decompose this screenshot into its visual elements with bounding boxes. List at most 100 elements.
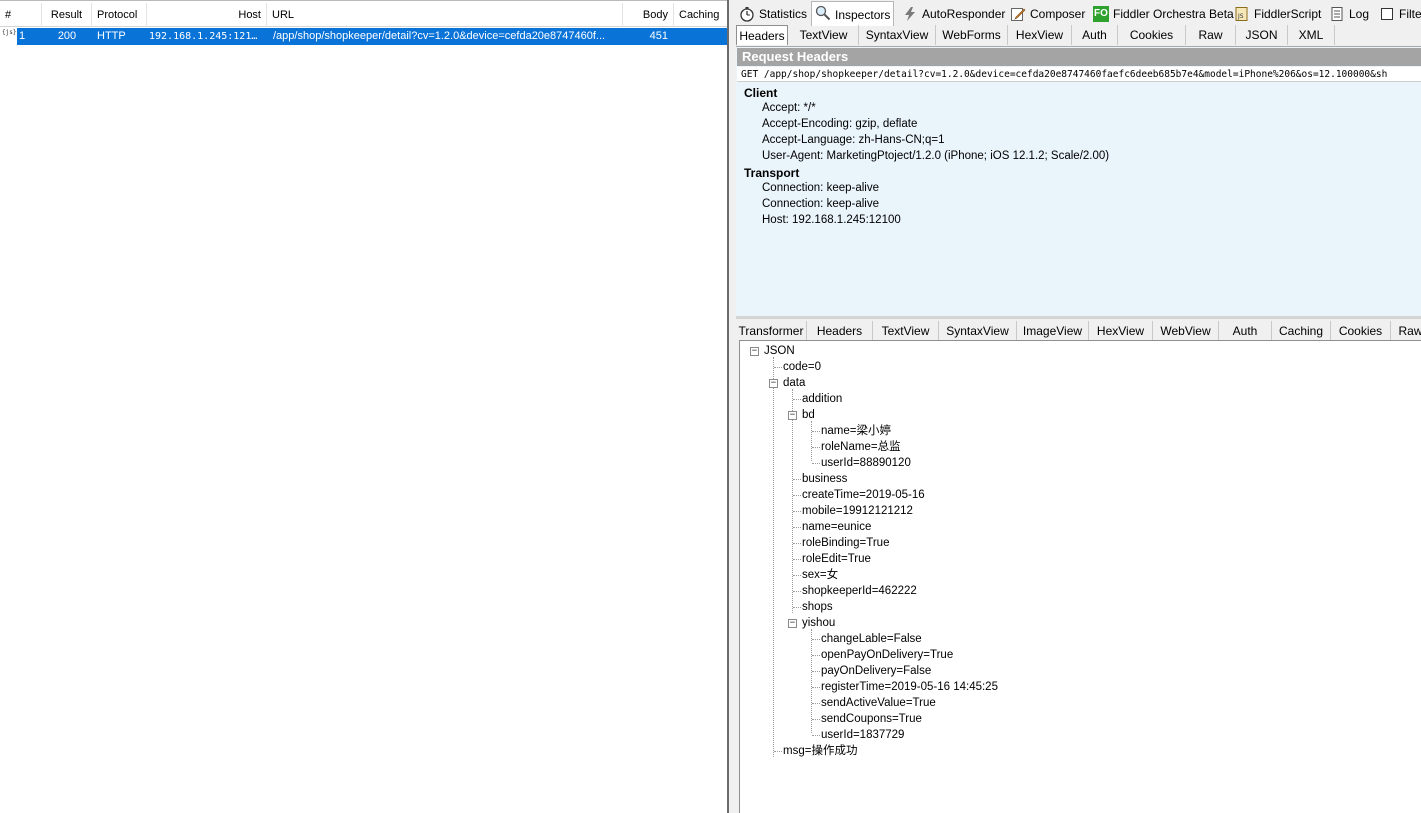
tree-connector bbox=[774, 751, 782, 752]
tab-autoresponder-label: AutoResponder bbox=[922, 7, 1006, 21]
response-tab-auth[interactable]: Auth bbox=[1219, 321, 1272, 341]
tree-node[interactable]: registerTime=2019-05-16 14:45:25 bbox=[821, 679, 998, 695]
column-header-protocol[interactable]: Protocol bbox=[92, 3, 147, 27]
tab-fiddler-orchestra[interactable]: FO Fiddler Orchestra Beta bbox=[1090, 3, 1234, 25]
request-tab-xml[interactable]: XML bbox=[1288, 25, 1335, 45]
request-tab-headers[interactable]: Headers bbox=[736, 25, 788, 45]
tool-tabs: Statistics Inspectors AutoResponder Comp… bbox=[736, 1, 1421, 26]
tree-node[interactable]: sex=女 bbox=[802, 567, 838, 583]
tree-node[interactable]: payOnDelivery=False bbox=[821, 663, 931, 679]
header-line[interactable]: Accept-Language: zh-Hans-CN;q=1 bbox=[762, 134, 945, 146]
tree-connector bbox=[812, 463, 820, 464]
tree-node[interactable]: roleName=总监 bbox=[821, 439, 901, 455]
tab-autoresponder[interactable]: AutoResponder bbox=[899, 3, 1005, 25]
tree-connector bbox=[792, 389, 793, 613]
header-group-client[interactable]: Client bbox=[744, 86, 777, 100]
response-inspector-tabs: Transformer Headers TextView SyntaxView … bbox=[736, 316, 1421, 341]
request-tab-textview[interactable]: TextView bbox=[789, 25, 859, 45]
request-tab-hexview[interactable]: HexView bbox=[1008, 25, 1072, 45]
response-tab-caching[interactable]: Caching bbox=[1272, 321, 1331, 341]
column-header-body[interactable]: Body bbox=[623, 3, 674, 27]
tree-connector bbox=[812, 719, 820, 720]
header-line[interactable]: Accept: */* bbox=[762, 102, 816, 114]
tree-connector bbox=[811, 421, 812, 461]
header-line[interactable]: Host: 192.168.1.245:12100 bbox=[762, 214, 901, 226]
tree-node[interactable]: msg=操作成功 bbox=[783, 743, 857, 759]
request-line[interactable]: GET /app/shop/shopkeeper/detail?cv=1.2.0… bbox=[737, 67, 1421, 82]
tree-node[interactable]: bd bbox=[802, 407, 815, 423]
session-url: /app/shop/shopkeeper/detail?cv=1.2.0&dev… bbox=[273, 30, 606, 42]
request-headers-pane: Request Headers GET /app/shop/shopkeeper… bbox=[736, 46, 1421, 316]
tree-node[interactable]: roleBinding=True bbox=[802, 535, 889, 551]
response-json-tree[interactable]: − JSON code=0 − data addition − bd name=… bbox=[739, 340, 1421, 813]
response-tab-raw[interactable]: Raw bbox=[1391, 321, 1421, 341]
tab-inspectors-label: Inspectors bbox=[835, 8, 891, 22]
request-tab-cookies[interactable]: Cookies bbox=[1118, 25, 1186, 45]
tab-fiddlerscript[interactable]: JS FiddlerScript bbox=[1231, 3, 1321, 25]
tab-log-label: Log bbox=[1349, 7, 1370, 21]
response-tab-hexview[interactable]: HexView bbox=[1089, 321, 1153, 341]
tree-node[interactable]: userId=88890120 bbox=[821, 455, 911, 471]
tab-composer[interactable]: Composer bbox=[1007, 3, 1087, 25]
column-header-url[interactable]: URL bbox=[267, 3, 623, 27]
tab-filters[interactable]: Filters bbox=[1376, 3, 1421, 25]
pane-splitter[interactable] bbox=[727, 0, 736, 813]
tree-node[interactable]: shops bbox=[802, 599, 833, 615]
header-line[interactable]: Connection: keep-alive bbox=[762, 198, 879, 210]
session-number: 1 bbox=[19, 30, 26, 42]
tab-statistics[interactable]: Statistics bbox=[736, 3, 808, 25]
collapse-toggle[interactable]: − bbox=[750, 347, 759, 356]
tree-node[interactable]: yishou bbox=[802, 615, 835, 631]
response-tab-transformer[interactable]: Transformer bbox=[736, 321, 807, 341]
tab-inspectors[interactable]: Inspectors bbox=[811, 1, 894, 26]
column-header-result[interactable]: Result bbox=[42, 3, 92, 27]
tree-node[interactable]: roleEdit=True bbox=[802, 551, 871, 567]
session-row-selected[interactable]: 1 200 HTTP 192.168.1.245:12100 /app/shop… bbox=[17, 28, 727, 45]
tree-connector bbox=[812, 703, 820, 704]
tree-node[interactable]: changeLable=False bbox=[821, 631, 922, 647]
response-tab-syntaxview[interactable]: SyntaxView bbox=[939, 321, 1017, 341]
request-tab-auth[interactable]: Auth bbox=[1072, 25, 1118, 45]
tree-node[interactable]: name=梁小婷 bbox=[821, 423, 891, 439]
response-tab-webview[interactable]: WebView bbox=[1153, 321, 1219, 341]
tree-node[interactable]: userId=1837729 bbox=[821, 727, 904, 743]
header-group-transport[interactable]: Transport bbox=[744, 166, 799, 180]
tree-node[interactable]: name=eunice bbox=[802, 519, 871, 535]
tab-log[interactable]: Log bbox=[1326, 3, 1371, 25]
request-tab-syntaxview[interactable]: SyntaxView bbox=[859, 25, 936, 45]
header-line[interactable]: Connection: keep-alive bbox=[762, 182, 879, 194]
collapse-toggle[interactable]: − bbox=[769, 379, 778, 388]
response-tab-cookies[interactable]: Cookies bbox=[1331, 321, 1391, 341]
response-tab-imageview[interactable]: ImageView bbox=[1017, 321, 1089, 341]
collapse-toggle[interactable]: − bbox=[788, 411, 797, 420]
session-row[interactable]: {js} 1 200 HTTP 192.168.1.245:12100 /app… bbox=[0, 28, 727, 45]
tree-node[interactable]: sendCoupons=True bbox=[821, 711, 922, 727]
tree-node[interactable]: createTime=2019-05-16 bbox=[802, 487, 925, 503]
header-line[interactable]: Accept-Encoding: gzip, deflate bbox=[762, 118, 917, 130]
sessions-list[interactable]: # Result Protocol Host URL Body Caching … bbox=[0, 0, 727, 813]
session-protocol: HTTP bbox=[97, 30, 126, 42]
column-header-host[interactable]: Host bbox=[147, 3, 267, 27]
tree-node-root[interactable]: JSON bbox=[764, 343, 795, 359]
request-tab-raw[interactable]: Raw bbox=[1186, 25, 1236, 45]
tree-node[interactable]: data bbox=[783, 375, 805, 391]
column-header-number[interactable]: # bbox=[0, 3, 42, 27]
json-session-icon: {js} bbox=[0, 28, 17, 45]
header-line[interactable]: User-Agent: MarketingPtoject/1.2.0 (iPho… bbox=[762, 150, 1109, 162]
tree-node[interactable]: code=0 bbox=[783, 359, 821, 375]
request-tab-webforms[interactable]: WebForms bbox=[936, 25, 1008, 45]
tree-node[interactable]: openPayOnDelivery=True bbox=[821, 647, 953, 663]
tree-node[interactable]: addition bbox=[802, 391, 842, 407]
tree-node[interactable]: sendActiveValue=True bbox=[821, 695, 936, 711]
tab-fiddlerscript-label: FiddlerScript bbox=[1254, 7, 1322, 21]
tree-node[interactable]: business bbox=[802, 471, 847, 487]
response-tab-textview[interactable]: TextView bbox=[873, 321, 939, 341]
response-tab-headers[interactable]: Headers bbox=[807, 321, 873, 341]
tab-composer-label: Composer bbox=[1030, 7, 1086, 21]
tree-node[interactable]: shopkeeperId=462222 bbox=[802, 583, 917, 599]
collapse-toggle[interactable]: − bbox=[788, 619, 797, 628]
column-header-caching[interactable]: Caching bbox=[674, 3, 727, 27]
request-tab-json[interactable]: JSON bbox=[1236, 25, 1288, 45]
tree-node[interactable]: mobile=19912121212 bbox=[802, 503, 913, 519]
tree-connector bbox=[793, 559, 801, 560]
